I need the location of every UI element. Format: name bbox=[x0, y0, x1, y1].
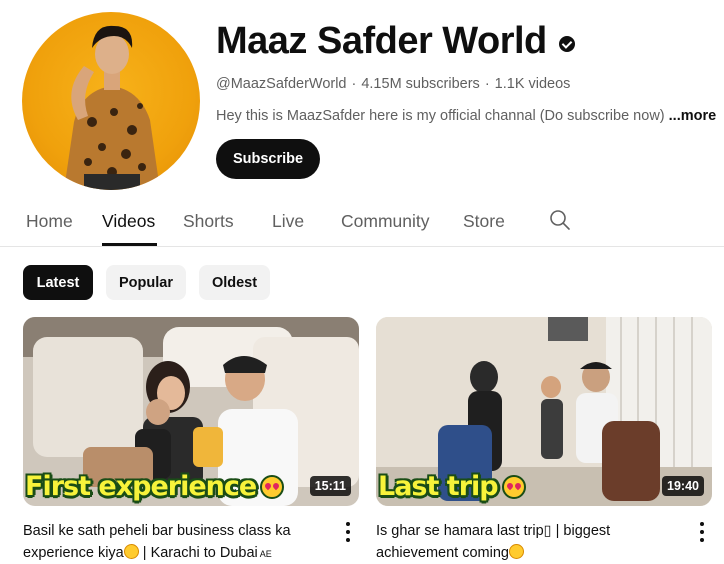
channel-description[interactable]: Hey this is MaazSafder here is my offici… bbox=[216, 108, 724, 124]
video-thumbnail[interactable]: First experience 15:11 bbox=[23, 317, 359, 506]
channel-name-text: Maaz Safder World bbox=[216, 20, 547, 62]
channel-meta: @MaazSafderWorld · 4.15M subscribers · 1.1K … bbox=[216, 76, 571, 92]
chip-latest[interactable]: Latest bbox=[23, 265, 93, 300]
channel-handle[interactable]: @MaazSafderWorld bbox=[216, 76, 347, 92]
video-title-text: Is ghar se hamara last trip▯ | biggest a… bbox=[376, 523, 611, 561]
video-duration: 15:11 bbox=[309, 476, 351, 496]
uae-flag-icon: AE bbox=[259, 549, 272, 559]
thumbnail-overlay-text: Last trip bbox=[378, 471, 526, 502]
pleading-face-emoji-icon bbox=[501, 474, 526, 499]
video-menu-icon[interactable] bbox=[700, 522, 704, 542]
overlay-text-label: Last trip bbox=[378, 471, 499, 502]
video-title[interactable]: Is ghar se hamara last trip▯ | biggest a… bbox=[376, 520, 676, 564]
channel-avatar[interactable] bbox=[22, 12, 200, 190]
tab-community[interactable]: Community bbox=[341, 211, 430, 232]
heart-eyes-emoji-icon bbox=[260, 474, 285, 499]
video-count: 1.1K videos bbox=[494, 76, 571, 92]
tab-shorts[interactable]: Shorts bbox=[183, 211, 234, 232]
tab-live[interactable]: Live bbox=[272, 211, 304, 232]
tab-videos[interactable]: Videos bbox=[102, 211, 155, 232]
video-menu-icon[interactable] bbox=[346, 522, 350, 542]
avatar-photo bbox=[64, 25, 160, 190]
heart-eyes-emoji-icon bbox=[509, 544, 524, 559]
active-tab-indicator bbox=[102, 243, 157, 246]
thumbnail-overlay-text: First experience bbox=[25, 471, 285, 502]
subscribe-button[interactable]: Subscribe bbox=[216, 139, 320, 179]
tab-home[interactable]: Home bbox=[26, 211, 73, 232]
chip-oldest[interactable]: Oldest bbox=[199, 265, 270, 300]
subscriber-count: 4.15M subscribers bbox=[361, 76, 480, 92]
video-title-suffix: | Karachi to Dubai bbox=[138, 545, 258, 561]
verified-check-icon bbox=[558, 35, 575, 52]
search-icon[interactable] bbox=[548, 208, 572, 232]
heart-eyes-emoji-icon bbox=[123, 544, 139, 559]
video-duration: 19:40 bbox=[662, 476, 704, 496]
video-thumbnail[interactable]: Last trip 19:40 bbox=[376, 317, 712, 506]
overlay-text-label: First experience bbox=[25, 471, 257, 502]
chip-popular[interactable]: Popular bbox=[106, 265, 186, 300]
channel-tabs: Home Videos Shorts Live Community Store bbox=[0, 196, 724, 247]
video-title[interactable]: Basil ke sath peheli bar business class … bbox=[23, 520, 323, 564]
channel-name: Maaz Safder World bbox=[216, 20, 575, 63]
description-text: Hey this is MaazSafder here is my offici… bbox=[216, 108, 665, 124]
tab-store[interactable]: Store bbox=[463, 211, 505, 232]
more-link[interactable]: ...more bbox=[669, 108, 717, 124]
